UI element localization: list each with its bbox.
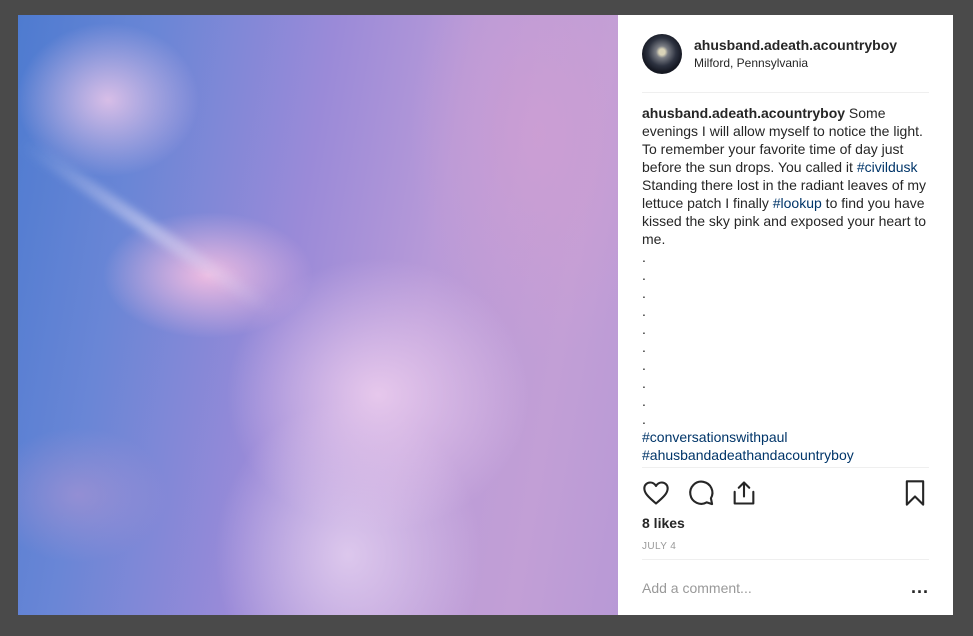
likes-count[interactable]: 8 likes (642, 515, 685, 531)
comment-input[interactable] (642, 579, 903, 596)
caption-dot: . (642, 267, 646, 283)
caption-dot: . (642, 393, 646, 409)
post-header: ahusband.adeath.acountryboy Milford, Pen… (642, 15, 929, 93)
username-link[interactable]: ahusband.adeath.acountryboy (694, 37, 897, 53)
hashtag-lookup[interactable]: #lookup (773, 195, 822, 211)
location-link[interactable]: Milford, Pennsylvania (694, 56, 897, 70)
caption-dot: . (642, 339, 646, 355)
caption-dot: . (642, 357, 646, 373)
post-modal: ahusband.adeath.acountryboy Milford, Pen… (18, 15, 953, 615)
caption-dot: . (642, 249, 646, 265)
caption-username[interactable]: ahusband.adeath.acountryboy (642, 105, 845, 121)
caption-dot: . (642, 411, 646, 427)
caption-dot: . (642, 303, 646, 319)
caption: ahusband.adeath.acountryboy Some evening… (642, 104, 932, 464)
hashtag-civildusk[interactable]: #civildusk (857, 159, 918, 175)
heart-icon[interactable] (642, 479, 670, 507)
post-photo[interactable] (18, 15, 618, 615)
hashtag-ahusbandadeathandacountryboy[interactable]: #ahusbandadeathandacountryboy (642, 446, 932, 464)
caption-dot: . (642, 321, 646, 337)
avatar[interactable] (642, 33, 682, 74)
caption-dot: . (642, 375, 646, 391)
contrail (19, 137, 277, 317)
comment-icon[interactable] (687, 479, 715, 507)
more-options-button[interactable]: ... (911, 577, 929, 598)
header-text: ahusband.adeath.acountryboy Milford, Pen… (694, 37, 897, 70)
bookmark-icon[interactable] (901, 479, 929, 507)
share-icon[interactable] (730, 479, 758, 507)
post-sidebar: ahusband.adeath.acountryboy Milford, Pen… (618, 15, 953, 615)
action-bar (642, 477, 929, 509)
caption-dot: . (642, 285, 646, 301)
hashtag-conversationswithpaul[interactable]: #conversationswithpaul (642, 428, 932, 446)
comment-row: ... (642, 560, 929, 615)
divider (642, 467, 929, 468)
post-date: JULY 4 (642, 541, 677, 552)
